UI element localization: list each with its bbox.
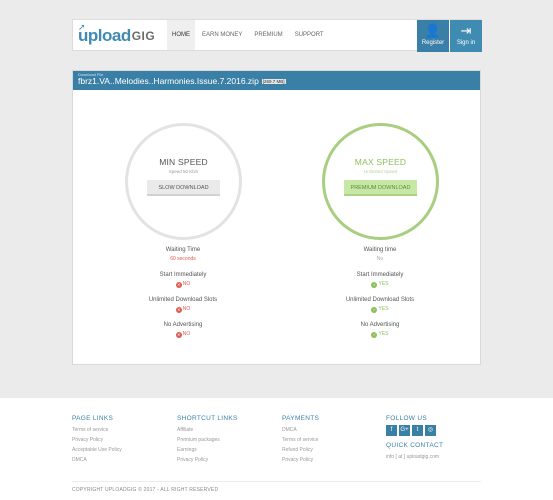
register-button[interactable]: 👤 Register [417, 20, 449, 52]
site-header: ➚ upload GIG HOME EARN MONEY PREMIUM SUP… [72, 19, 482, 52]
logo-text-gig: GIG [131, 29, 156, 43]
feature-start-immediately: Start Immediately ✕ NO [123, 271, 243, 296]
facebook-icon[interactable]: f [386, 425, 397, 436]
max-speed-circle: MAX SPEED Unlimited Speed PREMIUM DOWNLO… [322, 123, 439, 240]
copyright-text: COPYRIGHT UPLOADGIG © 2017 - ALL RIGHT R… [72, 487, 219, 493]
footer-shortcut-links: SHORTCUT LINKS Affiliate Premium package… [177, 415, 238, 465]
max-speed-title: MAX SPEED [354, 157, 407, 167]
feature-value: ✓ YES [320, 305, 440, 313]
footer-link[interactable]: DMCA [282, 425, 319, 435]
footer-link[interactable]: Privacy Policy [72, 435, 122, 445]
upload-arrow-icon: ➚ [78, 22, 86, 32]
max-features: Waiting time No Start Immediately ✓ YES U… [320, 246, 440, 346]
footer-link[interactable]: Terms of service [282, 435, 319, 445]
footer-link[interactable]: Premium packages [177, 435, 238, 445]
register-label: Register [421, 40, 445, 46]
feature-label: Waiting Time [165, 247, 201, 253]
footer-link[interactable]: Acceptable Use Policy [72, 445, 122, 455]
feature-waiting-time: Waiting time No [320, 246, 440, 271]
file-name-text: fbrz1.VA..Melodies..Harmonies.Issue.7.20… [78, 76, 259, 86]
file-size: [269.7 MB] [261, 79, 286, 84]
feature-value-text: NO [182, 331, 191, 337]
footer-divider [72, 481, 481, 482]
file-name: fbrz1.VA..Melodies..Harmonies.Issue.7.20… [78, 76, 286, 86]
footer-payments: PAYMENTS DMCA Terms of service Refund Po… [282, 415, 319, 465]
feature-waiting-time: Waiting Time 60 seconds [123, 246, 243, 271]
uploadgig-logo[interactable]: ➚ upload GIG [78, 22, 156, 47]
feature-unlimited-slots: Unlimited Download Slots ✕ NO [123, 296, 243, 321]
feature-unlimited-slots: Unlimited Download Slots ✓ YES [320, 296, 440, 321]
footer-heading: PAGE LINKS [72, 415, 114, 422]
contact-email[interactable]: info [ at ] uploadgig.com [386, 452, 443, 462]
feature-label: Start Immediately [356, 272, 404, 278]
footer-link[interactable]: Earnings [177, 445, 238, 455]
instagram-icon[interactable]: ◎ [425, 425, 436, 436]
nav-earn-money[interactable]: EARN MONEY [197, 20, 247, 50]
feature-label: No Advertising [163, 322, 203, 328]
feature-label: Unlimited Download Slots [345, 297, 415, 303]
min-speed-value: Speed 50 Kb/s [168, 169, 199, 174]
footer-heading: PAYMENTS [282, 415, 320, 422]
feature-label: Unlimited Download Slots [148, 297, 218, 303]
feature-value: ✓ YES [320, 330, 440, 338]
premium-download-button[interactable]: PREMIUM DOWNLOAD [344, 180, 417, 196]
main-nav: HOME EARN MONEY PREMIUM SUPPORT [167, 20, 331, 50]
feature-value-text: YES [378, 306, 389, 312]
cross-icon: ✕ [175, 282, 182, 288]
signin-label: Sign in [456, 40, 476, 46]
feature-label: Waiting time [363, 247, 397, 253]
feature-value: ✕ NO [123, 280, 243, 288]
nav-support[interactable]: SUPPORT [290, 20, 329, 50]
footer-link[interactable]: Affiliate [177, 425, 238, 435]
feature-no-advertising: No Advertising ✕ NO [123, 321, 243, 346]
download-panel: Download File fbrz1.VA..Melodies..Harmon… [72, 70, 481, 365]
file-header: Download File fbrz1.VA..Melodies..Harmon… [73, 71, 480, 90]
feature-value: 60 seconds [170, 256, 196, 262]
footer-link[interactable]: Privacy Policy [282, 455, 319, 465]
footer-link[interactable]: DMCA [72, 455, 122, 465]
footer-page-links: PAGE LINKS Terms of service Privacy Poli… [72, 415, 122, 465]
site-footer: PAGE LINKS Terms of service Privacy Poli… [0, 398, 553, 500]
feature-value: ✕ NO [123, 330, 243, 338]
min-features: Waiting Time 60 seconds Start Immediatel… [123, 246, 243, 346]
footer-heading: FOLLOW US [386, 415, 427, 422]
google-plus-icon[interactable]: G+ [399, 425, 410, 436]
twitter-icon[interactable]: t [412, 425, 423, 436]
signin-button[interactable]: ⇥ Sign in [450, 20, 482, 52]
check-icon: ✓ [371, 332, 378, 338]
footer-follow: FOLLOW US f G+ t ◎ QUICK CONTACT info [ … [386, 415, 443, 462]
sign-in-icon: ⇥ [460, 23, 472, 38]
feature-value-text: NO [182, 281, 191, 287]
feature-value: ✕ NO [123, 305, 243, 313]
feature-value: No [376, 256, 384, 262]
feature-label: Start Immediately [159, 272, 207, 278]
feature-value-text: YES [378, 281, 389, 287]
slow-download-button[interactable]: SLOW DOWNLOAD [147, 180, 220, 196]
add-user-icon: 👤 [424, 23, 442, 38]
max-speed-value: Unlimited Speed [363, 169, 398, 174]
check-icon: ✓ [371, 282, 378, 288]
footer-heading: QUICK CONTACT [386, 442, 444, 449]
footer-heading: SHORTCUT LINKS [177, 415, 238, 422]
cross-icon: ✕ [175, 332, 182, 338]
feature-value-text: YES [378, 331, 389, 337]
nav-premium[interactable]: PREMIUM [249, 20, 287, 50]
nav-home[interactable]: HOME [167, 20, 195, 50]
footer-link[interactable]: Refund Policy [282, 445, 319, 455]
feature-no-advertising: No Advertising ✓ YES [320, 321, 440, 346]
feature-value-text: NO [182, 306, 191, 312]
cross-icon: ✕ [175, 307, 182, 313]
min-speed-circle: MIN SPEED Speed 50 Kb/s SLOW DOWNLOAD [125, 123, 242, 240]
logo-text-upload: upload [78, 26, 131, 45]
feature-label: No Advertising [360, 322, 400, 328]
footer-link[interactable]: Terms of service [72, 425, 122, 435]
min-speed-title: MIN SPEED [159, 157, 208, 167]
check-icon: ✓ [371, 307, 378, 313]
footer-link[interactable]: Privacy Policy [177, 455, 238, 465]
feature-value: ✓ YES [320, 280, 440, 288]
feature-start-immediately: Start Immediately ✓ YES [320, 271, 440, 296]
social-icons: f G+ t ◎ [386, 425, 443, 436]
